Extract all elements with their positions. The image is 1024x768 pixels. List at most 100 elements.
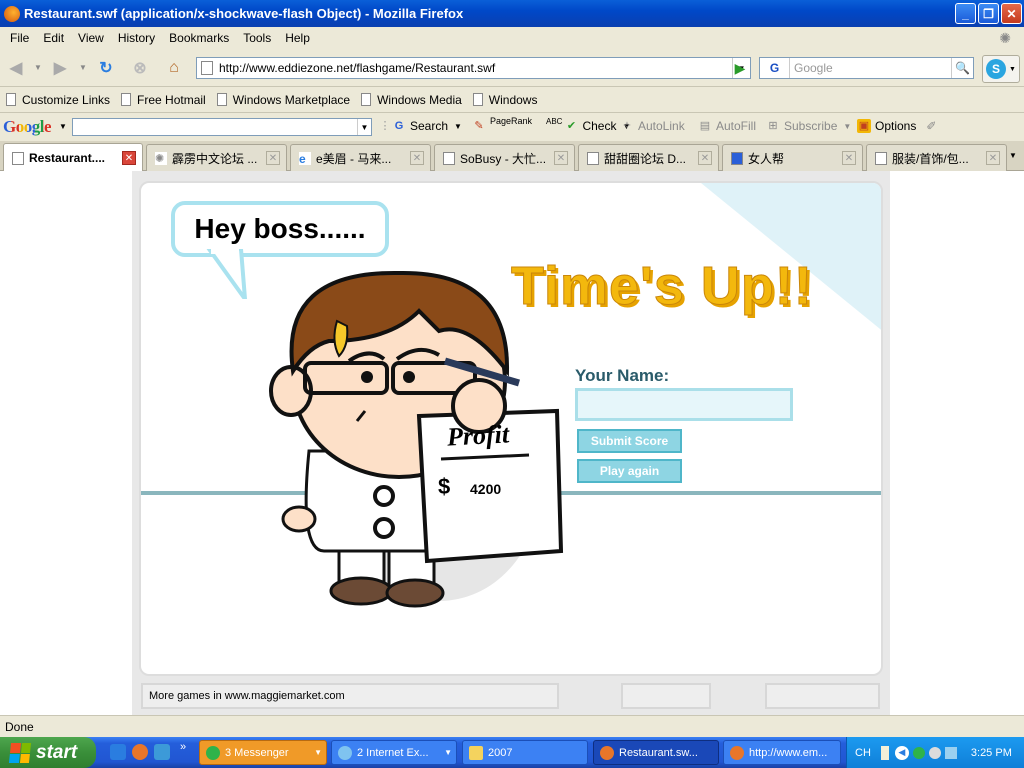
navigation-bar: ◀ ▼ ▶ ▼ ↻ ⊗ ⌂ http://www.eddiezone.net/f… (0, 49, 1024, 87)
more-games-link[interactable]: More games in www.maggiemarket.com (141, 683, 559, 709)
bookmark-label: Windows (488, 92, 538, 107)
tab-women-group[interactable]: 女人帮 ✕ (722, 144, 863, 171)
tray-arrow-icon[interactable]: ◀ (894, 745, 909, 760)
profit-value: 4200 (470, 481, 502, 497)
pagerank-indicator[interactable]: ✎ PageRank (472, 116, 532, 133)
tab-clothing[interactable]: 服装/首饰/包... ✕ (866, 144, 1007, 171)
page-icon (6, 93, 16, 106)
stop-icon[interactable]: ⊗ (128, 56, 152, 80)
language-indicator[interactable]: CH (855, 747, 871, 759)
home-icon[interactable]: ⌂ (162, 56, 186, 80)
menu-history[interactable]: History (111, 31, 162, 45)
task-messenger[interactable]: 3 Messenger ▼ (199, 740, 327, 765)
task-internet-explorer[interactable]: 2 Internet Ex... ▼ (331, 740, 457, 765)
tab-list-dropdown-icon[interactable]: ▼ (1009, 151, 1017, 160)
menu-edit[interactable]: Edit (36, 31, 71, 45)
google-search-input[interactable]: ▼ (72, 118, 372, 136)
back-icon[interactable]: ◀ (4, 56, 28, 80)
menu-tools[interactable]: Tools (236, 31, 278, 45)
autofill-button[interactable]: ▤ AutoFill (698, 119, 756, 133)
tab-emeimei[interactable]: e e美眉 - 马来... ✕ (290, 144, 431, 171)
task-folder-2007[interactable]: 2007 (462, 740, 588, 765)
menu-bookmarks[interactable]: Bookmarks (162, 31, 236, 45)
firefox-icon (4, 5, 20, 22)
menu-view[interactable]: View (71, 31, 111, 45)
spell-check-button[interactable]: ABC ✔ Check ▼ (546, 117, 630, 134)
bookmark-windows-media[interactable]: Windows Media (361, 93, 462, 107)
play-again-button[interactable]: Play again (577, 459, 682, 483)
pencil-icon: ✐ (926, 119, 937, 133)
tab-pili-forum[interactable]: ✺ 霹雳中文论坛 ... ✕ (146, 144, 287, 171)
left-shoe (329, 576, 393, 606)
close-tab-icon[interactable]: ✕ (698, 151, 712, 165)
footer-text: More games in www.maggiemarket.com (149, 690, 345, 702)
bookmark-customize-links[interactable]: Customize Links (6, 93, 110, 107)
task-restaurant[interactable]: Restaurant.sw... (593, 740, 719, 765)
close-tab-icon[interactable]: ✕ (410, 151, 424, 165)
close-button[interactable]: ✕ (1001, 3, 1022, 24)
ie-quicklaunch-icon[interactable] (110, 744, 126, 760)
close-tab-icon[interactable]: ✕ (842, 151, 856, 165)
forward-dropdown-icon[interactable]: ▼ (79, 63, 87, 72)
volume-tray-icon[interactable] (928, 746, 941, 759)
speech-text: Hey boss...... (194, 213, 366, 244)
bookmark-windows[interactable]: Windows (472, 92, 538, 107)
close-tab-icon[interactable]: ✕ (266, 151, 280, 165)
forward-icon[interactable]: ▶ (48, 56, 72, 80)
url-bar[interactable]: http://www.eddiezone.net/flashgame/Resta… (196, 57, 751, 79)
subscribe-button[interactable]: ⊞ Subscribe ▼ (766, 119, 851, 133)
search-engine-icon[interactable]: G (760, 58, 790, 78)
menu-file[interactable]: File (3, 31, 36, 45)
google-search-button[interactable]: G Search ▼ (392, 119, 462, 133)
page-content: Hey boss...... Profit $ 4200 Time's Up!!… (0, 171, 1024, 715)
search-icon[interactable]: 🔍 (951, 58, 973, 78)
windows-logo-icon (8, 742, 32, 763)
start-label: start (36, 741, 78, 763)
options-button[interactable]: ▣ Options ✐ (857, 119, 936, 133)
desktop-quicklaunch-icon[interactable] (154, 744, 170, 760)
quicklaunch-overflow-icon[interactable]: » (180, 741, 186, 753)
speech-bubble-tail (206, 249, 248, 299)
tab-sobusy[interactable]: SoBusy - 大忙... ✕ (434, 144, 575, 171)
page-icon (443, 151, 455, 165)
restore-button[interactable]: ❐ (978, 3, 999, 24)
bookmark-free-hotmail[interactable]: Free Hotmail (121, 93, 206, 107)
tab-donut-forum[interactable]: 甜甜圈论坛 D... ✕ (578, 144, 719, 171)
google-menu-dropdown-icon[interactable]: ▼ (59, 122, 67, 131)
search-input[interactable]: Google (790, 61, 951, 75)
google-logo[interactable]: Google (3, 117, 52, 137)
submit-score-button[interactable]: Submit Score (577, 429, 682, 453)
eraser-icon: ✎ (474, 120, 484, 132)
status-bar: Done (0, 715, 1024, 737)
go-icon[interactable]: ▶ (730, 57, 750, 79)
player-name-input[interactable] (575, 388, 793, 421)
flash-game[interactable]: Hey boss...... Profit $ 4200 Time's Up!!… (132, 171, 890, 715)
ime-icon[interactable] (880, 745, 889, 760)
close-tab-icon[interactable]: ✕ (986, 151, 1000, 165)
menu-bar: File Edit View History Bookmarks Tools H… (0, 27, 1024, 49)
google-search-dropdown-icon[interactable]: ▼ (357, 119, 371, 135)
tab-label: SoBusy - 大忙... (460, 151, 547, 166)
autolink-button[interactable]: ✧ AutoLink (620, 119, 684, 133)
bookmarks-toolbar: Customize Links Free Hotmail Windows Mar… (0, 87, 1024, 113)
close-tab-icon[interactable]: ✕ (554, 151, 568, 165)
game-footer: More games in www.maggiemarket.com (132, 676, 890, 715)
menu-help[interactable]: Help (278, 31, 317, 45)
network-tray-icon[interactable] (944, 746, 957, 759)
clock[interactable]: 3:25 PM (971, 747, 1012, 759)
search-label: Search (410, 119, 449, 133)
google-g-icon: G (394, 120, 404, 132)
reload-icon[interactable]: ↻ (94, 56, 118, 80)
back-dropdown-icon[interactable]: ▼ (34, 63, 42, 72)
close-tab-icon[interactable]: ✕ (122, 151, 136, 165)
skype-button[interactable]: S ▼ (982, 55, 1020, 83)
tab-label: 服装/首饰/包... (892, 151, 969, 166)
start-button[interactable]: start (0, 737, 96, 768)
search-box[interactable]: G Google 🔍 (759, 57, 974, 79)
messenger-tray-icon[interactable] (912, 746, 925, 759)
task-http[interactable]: http://www.em... (723, 740, 841, 765)
tab-restaurant[interactable]: Restaurant.... ✕ (3, 143, 143, 172)
minimize-button[interactable]: _ (955, 3, 976, 24)
firefox-quicklaunch-icon[interactable] (132, 744, 148, 760)
bookmark-windows-marketplace[interactable]: Windows Marketplace (216, 93, 350, 107)
